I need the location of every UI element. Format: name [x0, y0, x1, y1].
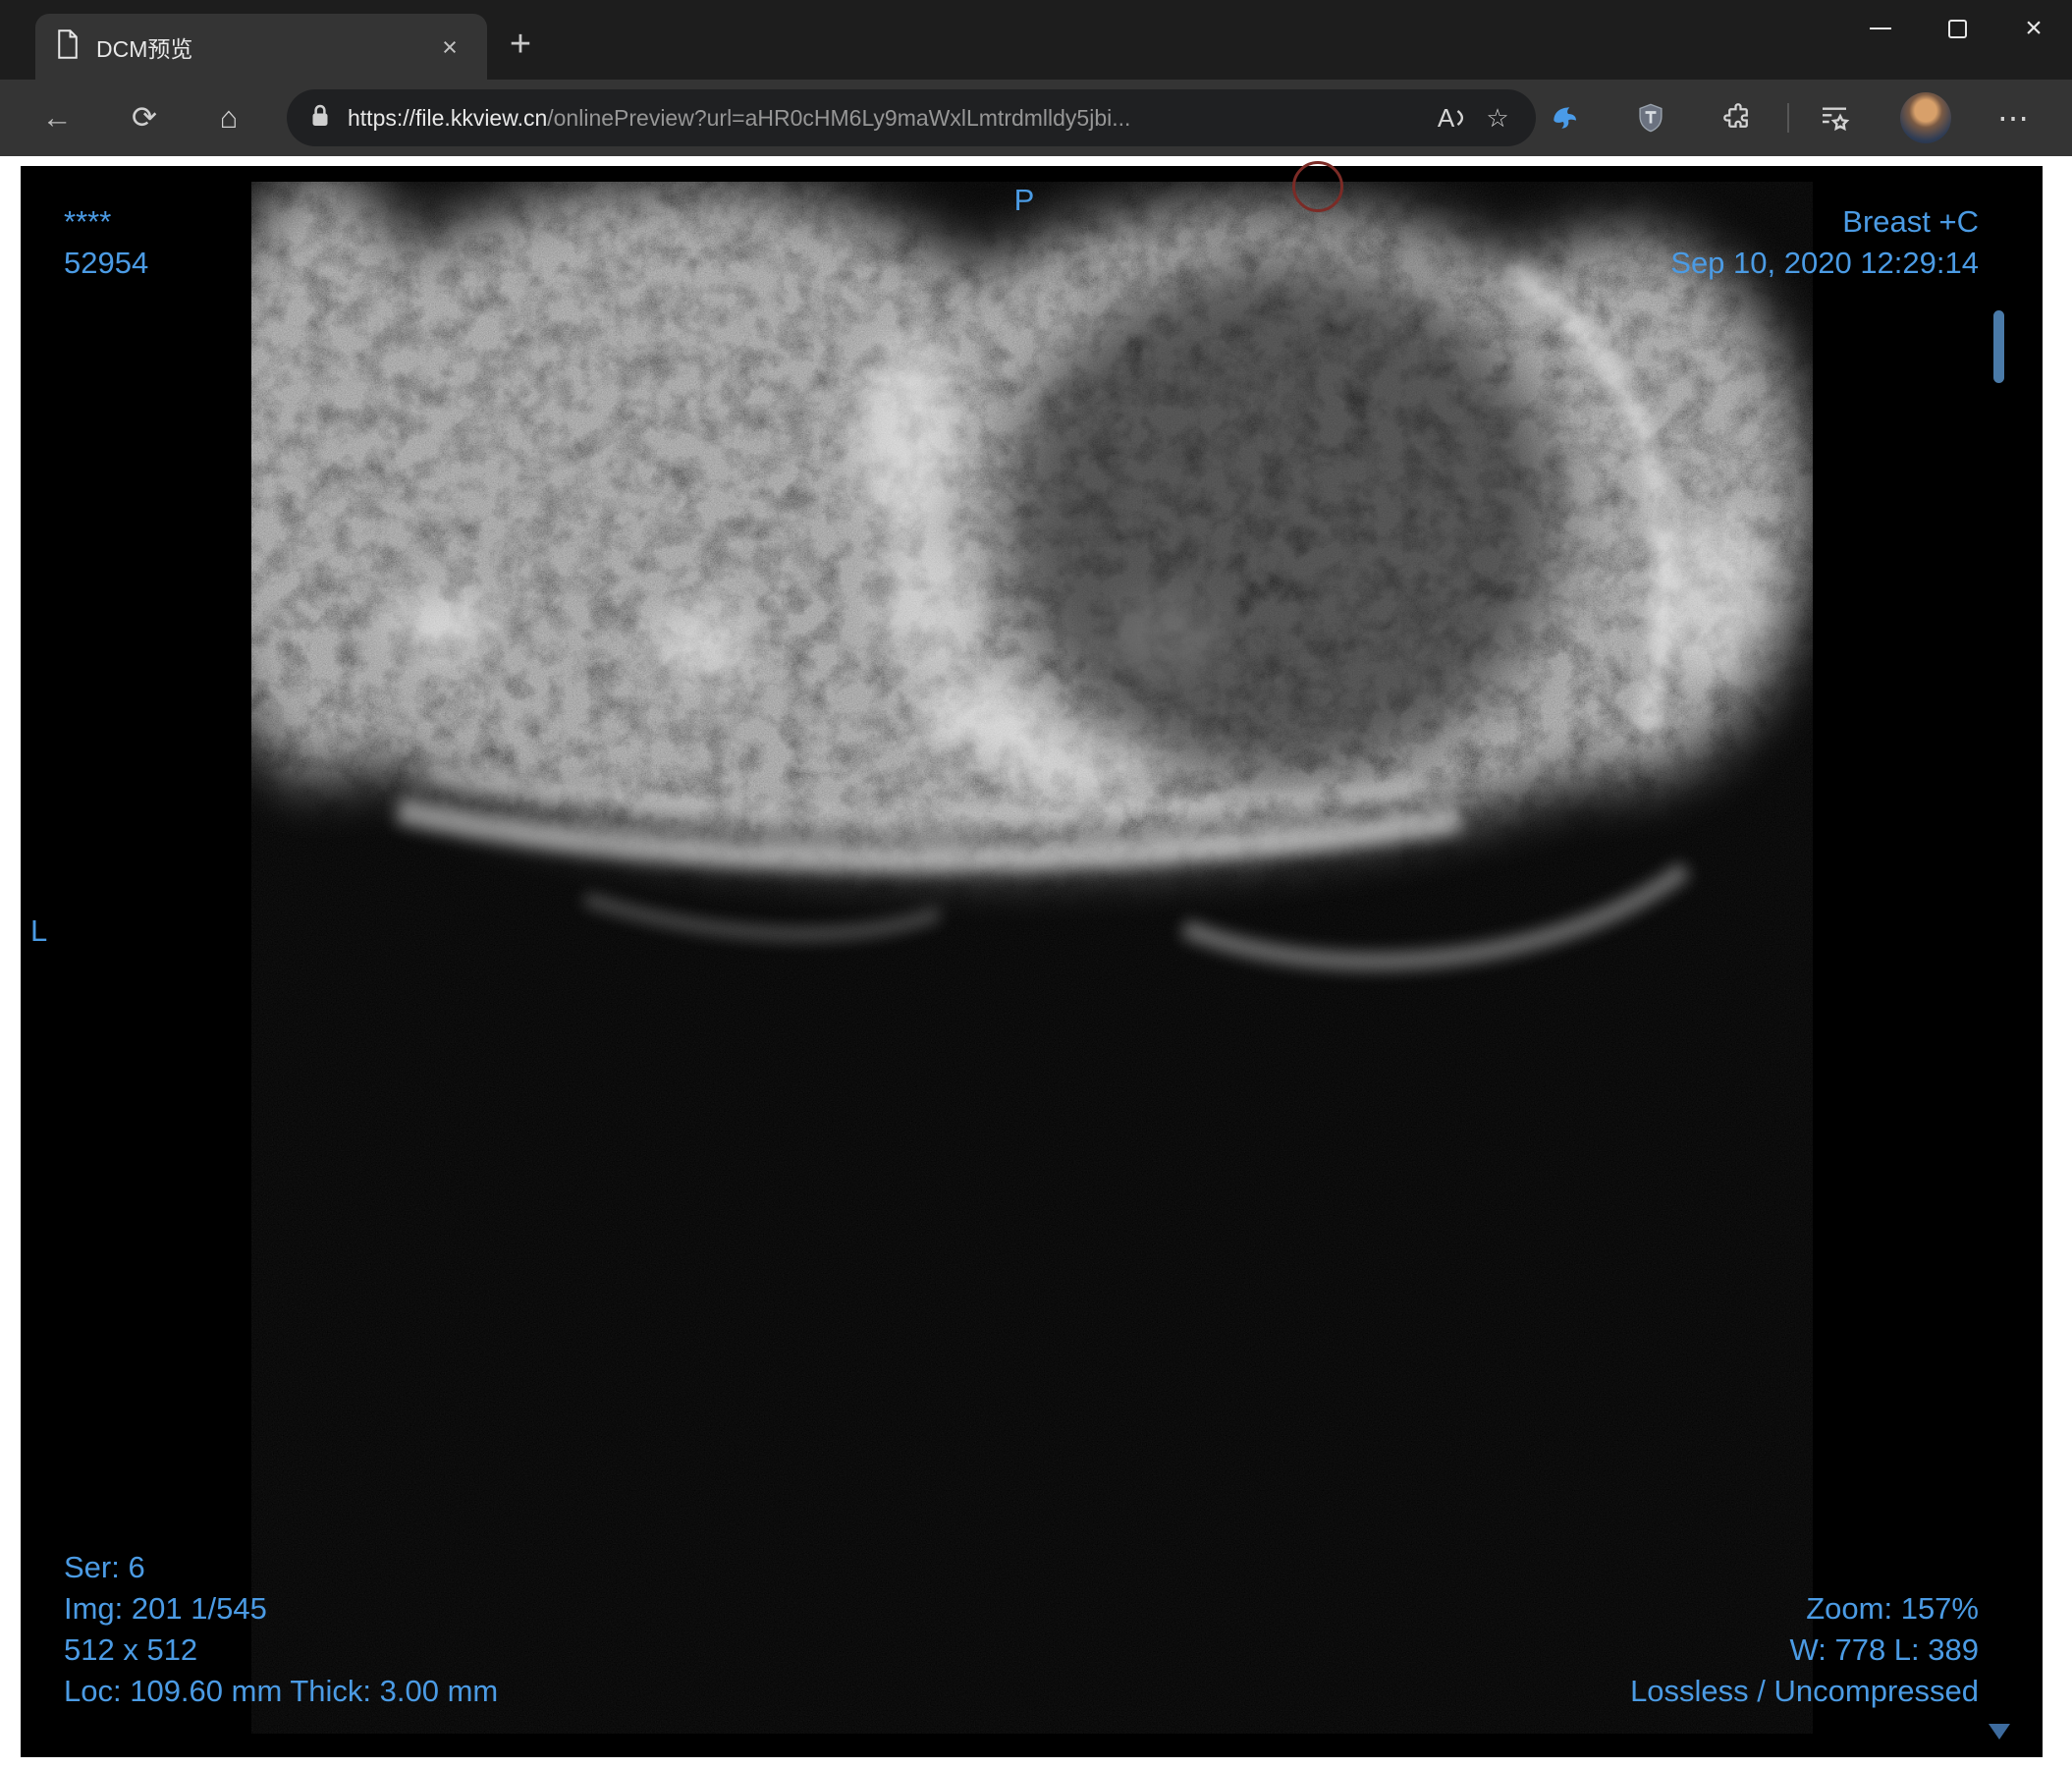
slice-location: Loc: 109.60 mm Thick: 3.00 mm [64, 1674, 499, 1708]
lock-icon[interactable] [310, 103, 330, 134]
study-description: Breast +C [1842, 204, 1979, 239]
more-menu-icon[interactable]: ⋯ [1986, 90, 2041, 145]
overlay-bottom-right: Zoom: 157% W: 778 L: 389 Lossless / Unco… [1630, 1588, 1979, 1712]
overlay-top-right: Breast +C Sep 10, 2020 12:29:14 [1670, 201, 1979, 284]
orientation-marker-posterior: P [1013, 183, 1035, 217]
navigation-bar: ← ⟳ ⌂ https://file.kkview.cn/onlinePrevi… [0, 80, 2072, 156]
home-icon[interactable]: ⌂ [201, 90, 256, 145]
dicom-viewer[interactable]: **** 52954 Breast +C Sep 10, 2020 12:29:… [21, 161, 2043, 1757]
page-content: **** 52954 Breast +C Sep 10, 2020 12:29:… [0, 156, 2072, 1768]
patient-id-masked: **** [64, 204, 112, 239]
shield-extension-icon[interactable] [1623, 90, 1678, 145]
tab-strip: DCM预览 × + × [0, 0, 2072, 80]
tab-close-icon[interactable]: × [432, 29, 467, 65]
zoom-level: Zoom: 157% [1806, 1591, 1979, 1626]
read-aloud-letter: A [1437, 102, 1456, 133]
maximize-icon [1947, 19, 1967, 38]
favorites-hub-icon[interactable] [1807, 90, 1862, 145]
url-text: https://file.kkview.cn/onlinePreview?url… [348, 105, 1430, 132]
patient-number: 52954 [64, 246, 149, 280]
series-number: Ser: 6 [64, 1550, 145, 1584]
refresh-icon[interactable]: ⟳ [117, 90, 172, 145]
tab-title: DCM预览 [96, 35, 193, 62]
window-level: W: 778 L: 389 [1789, 1632, 1979, 1667]
annotation-circle[interactable] [1292, 161, 1343, 212]
toolbar-divider [1787, 103, 1789, 133]
url-host: https://file.kkview.cn [348, 104, 548, 131]
browser-tab[interactable]: DCM预览 × [35, 14, 487, 80]
back-icon[interactable]: ← [29, 90, 84, 145]
mri-image[interactable] [251, 182, 1813, 1734]
slice-scrollbar-thumb[interactable] [1993, 310, 2004, 383]
image-matrix: 512 x 512 [64, 1632, 198, 1667]
overlay-top-left: **** 52954 [64, 201, 148, 284]
blue-extension-icon[interactable] [1537, 90, 1592, 145]
minimize-icon [1870, 28, 1891, 29]
address-bar[interactable]: https://file.kkview.cn/onlinePreview?url… [287, 89, 1536, 146]
close-button[interactable]: × [1995, 0, 2072, 57]
extensions-puzzle-icon[interactable] [1711, 90, 1766, 145]
image-number: Img: 201 1/545 [64, 1591, 267, 1626]
profile-avatar[interactable] [1900, 92, 1951, 143]
favorite-star-icon[interactable]: ☆ [1475, 95, 1520, 140]
maximize-button[interactable] [1919, 0, 1995, 57]
compression-info: Lossless / Uncompressed [1630, 1674, 1979, 1708]
read-aloud-icon[interactable]: A [1430, 95, 1475, 140]
orientation-marker-left: L [30, 913, 48, 948]
url-path: /onlinePreview?url=aHR0cHM6Ly9maWxlLmtrd… [547, 104, 1131, 131]
new-tab-button[interactable]: + [497, 22, 544, 69]
minimize-button[interactable] [1842, 0, 1919, 57]
overlay-bottom-left: Ser: 6 Img: 201 1/545 512 x 512 Loc: 109… [64, 1547, 498, 1712]
study-datetime: Sep 10, 2020 12:29:14 [1670, 246, 1979, 280]
window-controls: × [1842, 0, 2072, 57]
document-icon [55, 29, 81, 64]
scroll-down-arrow-icon[interactable] [1989, 1724, 2010, 1740]
